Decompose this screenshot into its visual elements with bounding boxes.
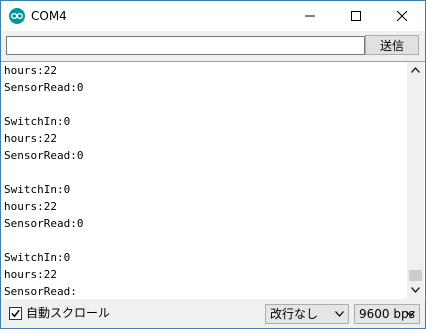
send-bar: 送信 — [1, 31, 425, 61]
autoscroll-checkbox[interactable] — [9, 307, 22, 320]
title-bar: COM4 — [1, 1, 425, 31]
autoscroll-label[interactable]: 自動スクロール — [26, 305, 110, 322]
output-line: SensorRead: — [4, 285, 77, 298]
output-line: hours:22 — [4, 268, 57, 281]
scroll-down-button[interactable] — [407, 282, 424, 299]
minimize-button[interactable] — [287, 1, 333, 31]
maximize-icon — [351, 11, 361, 21]
output-line: SwitchIn:0 — [4, 115, 71, 128]
line-ending-select[interactable]: 改行なし — [265, 304, 349, 324]
output-line: SwitchIn:0 — [4, 183, 71, 196]
checkmark-icon — [11, 309, 20, 318]
baud-rate-select[interactable]: 9600 bps — [354, 304, 420, 324]
send-input[interactable] — [6, 36, 365, 55]
maximize-button[interactable] — [333, 1, 379, 31]
output-line: SensorRead:0 — [4, 81, 84, 94]
chevron-down-icon — [335, 311, 344, 317]
output-line: hours:22 — [4, 132, 57, 145]
chevron-up-icon — [411, 67, 420, 73]
chevron-down-icon — [411, 287, 420, 293]
scroll-up-button[interactable] — [407, 62, 424, 79]
serial-output-area: hours:22 SensorRead:0 SwitchIn:0 hours:22 Se… — [1, 61, 425, 300]
chevron-down-icon — [406, 311, 415, 317]
output-line: SensorRead:0 — [4, 217, 84, 230]
vertical-scrollbar[interactable] — [407, 62, 424, 299]
output-line: hours:22 — [4, 200, 57, 213]
output-line: SensorRead:0 — [4, 149, 84, 162]
line-ending-value: 改行なし — [270, 307, 319, 321]
window-title: COM4 — [31, 9, 67, 23]
close-icon — [396, 10, 408, 22]
serial-output-text[interactable]: hours:22 SensorRead:0 SwitchIn:0 hours:22 Se… — [4, 62, 404, 299]
output-line: SwitchIn:0 — [4, 251, 71, 264]
close-button[interactable] — [379, 1, 425, 31]
minimize-icon — [305, 15, 315, 17]
scroll-thumb[interactable] — [409, 270, 422, 281]
status-footer: 自動スクロール 改行なし 9600 bps — [1, 299, 425, 328]
send-button[interactable]: 送信 — [365, 35, 419, 55]
serial-monitor-window: COM4 送信 hours:22 SensorRead:0 SwitchIn:0 ho… — [0, 0, 426, 329]
arduino-icon — [9, 8, 25, 24]
output-line: hours:22 — [4, 64, 57, 77]
